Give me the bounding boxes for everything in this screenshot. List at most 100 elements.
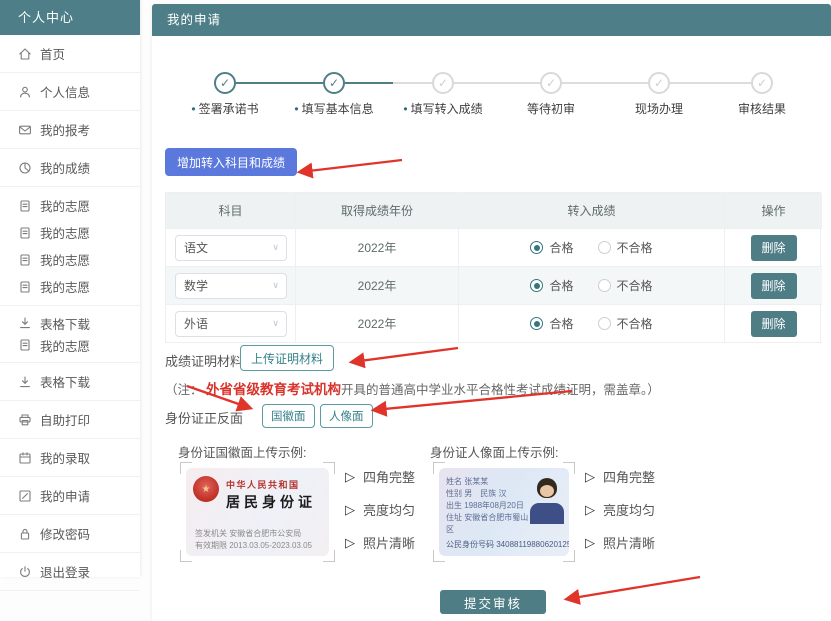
subject-select[interactable]: 数学 ∨ (175, 272, 287, 299)
sidebar-item-label: 个人信息 (40, 86, 91, 100)
step-5-circle: ✓ (648, 72, 670, 94)
check-icon: ✓ (545, 76, 557, 90)
arrow-add-button (296, 158, 403, 179)
portrait-example-title: 身份证人像面上传示例: (430, 446, 559, 460)
step-bullet-icon: • (294, 102, 299, 116)
check-icon: ✓ (437, 76, 449, 90)
radio-button-icon[interactable] (597, 241, 611, 254)
table-cell-action: 删除 (725, 305, 822, 343)
sidebar-item-label: 我的申请 (40, 490, 91, 504)
card-country-text: 中华人民共和国 (226, 480, 300, 490)
column-header-subject: 科目 (166, 193, 296, 229)
step-4-label: 等待初审 (526, 102, 575, 116)
sidebar-item-label: 表格下载 (40, 376, 91, 390)
sidebar-item-form-download-2[interactable]: 表格下载 (0, 363, 140, 401)
chevron-down-icon: ∨ (272, 242, 279, 252)
step-3-label: • 填写转入成绩 (403, 102, 483, 116)
submit-review-button[interactable]: 提交审核 (440, 590, 546, 614)
radio-fail[interactable]: 不合格 (597, 315, 653, 332)
subject-select[interactable]: 外语 ∨ (175, 310, 287, 337)
id-card-back-image: ★ 中华人民共和国 居民身份证 签发机关 安徽省合肥市公安局 有效期限 2013… (186, 468, 329, 556)
step-1-circle: ✓ (214, 72, 236, 94)
step-4-circle: ✓ (540, 72, 562, 94)
edit-icon (18, 489, 32, 503)
sidebar-item-wishes-5[interactable]: 我的志愿 (0, 334, 140, 356)
radio-button-icon[interactable] (530, 279, 544, 292)
radio-fail[interactable]: 不合格 (597, 239, 653, 256)
sidebar-header: 个人中心 (0, 0, 140, 35)
download-icon (18, 375, 32, 389)
upload-portrait-side-button[interactable]: 人像面 (320, 404, 373, 428)
checklist-item: ▷ 照片清晰 (345, 534, 416, 552)
document-icon (18, 280, 32, 294)
sidebar-item-wishes-3[interactable]: 我的志愿 (0, 246, 140, 273)
lock-icon (18, 527, 32, 541)
sidebar-item-label: 我的志愿 (40, 254, 91, 268)
triangle-icon: ▷ (585, 534, 595, 550)
upload-proof-button[interactable]: 上传证明材料 (240, 345, 335, 371)
radio-pass[interactable]: 合格 (530, 277, 574, 294)
triangle-icon: ▷ (345, 501, 355, 517)
check-icon: ✓ (653, 76, 665, 90)
table-cell-score: 合格 不合格 (459, 267, 725, 305)
triangle-icon: ▷ (585, 468, 595, 484)
step-bullet-icon: • (403, 102, 408, 116)
sidebar-item-registration[interactable]: 我的报考 (0, 111, 140, 149)
emblem-example-frame: ★ 中华人民共和国 居民身份证 签发机关 安徽省合肥市公安局 有效期限 2013… (180, 462, 335, 562)
step-connector-4 (562, 82, 648, 84)
sidebar-item-admission[interactable]: 我的录取 (0, 439, 140, 477)
delete-button[interactable]: 删除 (750, 272, 797, 299)
document-icon (18, 199, 32, 213)
sidebar-item-self-print[interactable]: 自助打印 (0, 401, 140, 439)
sidebar-item-profile[interactable]: 个人信息 (0, 73, 140, 111)
radio-pass[interactable]: 合格 (530, 315, 574, 332)
home-icon (18, 47, 32, 61)
sidebar-item-change-password[interactable]: 修改密码 (0, 515, 140, 553)
check-icon: ✓ (219, 76, 231, 90)
add-subject-button[interactable]: 增加转入科目和成绩 (165, 148, 298, 176)
step-connector-3 (454, 82, 540, 84)
table-cell-year: 2022年 (296, 305, 459, 343)
check-icon: ✓ (328, 76, 340, 90)
checklist-item: ▷ 四角完整 (345, 468, 416, 486)
sidebar-item-wishes-2[interactable]: 我的志愿 (0, 219, 140, 246)
sidebar-item-wishes-1[interactable]: 我的志愿 (0, 192, 140, 219)
card-id-number: 公民身份号码 340881198806201258 (446, 540, 569, 549)
radio-button-icon[interactable] (597, 317, 611, 330)
delete-button[interactable]: 删除 (750, 234, 797, 261)
step-connector-5 (670, 82, 751, 84)
sidebar-item-logout[interactable]: 退出登录 (0, 553, 140, 591)
radio-button-icon[interactable] (530, 317, 544, 330)
sidebar-item-home[interactable]: 首页 (0, 35, 140, 73)
download-icon (18, 316, 32, 330)
radio-pass[interactable]: 合格 (530, 239, 574, 256)
mail-icon (18, 123, 32, 137)
sidebar-item-application[interactable]: 我的申请 (0, 477, 140, 515)
sidebar-item-form-download-1[interactable]: 表格下载 (0, 312, 140, 334)
card-info-lines: 姓名 张某某 性别 男 民族 汉 出生 1988年08月20日 住址 安徽省合肥… (446, 477, 529, 534)
sidebar-item-wishes-4[interactable]: 我的志愿 (0, 273, 140, 300)
step-3-circle: ✓ (432, 72, 454, 94)
page: 个人中心 首页 个人信息 我的报考 我的成绩 我的志愿 我的志愿 我的志愿 我的… (0, 0, 831, 621)
upload-emblem-side-button[interactable]: 国徽面 (262, 404, 315, 428)
step-5-label: 现场办理 (634, 102, 683, 116)
triangle-icon: ▷ (585, 501, 595, 517)
subject-select-value: 语文 (184, 241, 209, 255)
page-title: 我的申请 (167, 13, 222, 27)
sidebar-item-scores[interactable]: 我的成绩 (0, 149, 140, 187)
radio-button-icon[interactable] (530, 241, 544, 254)
radio-fail[interactable]: 不合格 (597, 277, 653, 294)
delete-button[interactable]: 删除 (750, 310, 797, 337)
user-icon (18, 85, 32, 99)
step-bullet-icon: • (191, 102, 196, 116)
subject-select[interactable]: 语文 ∨ (175, 234, 287, 261)
sidebar-item-label: 自助打印 (40, 414, 91, 428)
table-cell-year: 2022年 (296, 267, 459, 305)
sidebar: 个人中心 首页 个人信息 我的报考 我的成绩 我的志愿 我的志愿 我的志愿 我的… (0, 0, 140, 591)
id-card-front-image: 姓名 张某某 性别 男 民族 汉 出生 1988年08月20日 住址 安徽省合肥… (439, 468, 569, 556)
table-cell-subject: 语文 ∨ (166, 229, 296, 267)
sidebar-item-label: 我的志愿 (40, 281, 91, 295)
subject-select-value: 外语 (184, 317, 209, 331)
calendar-icon (18, 451, 32, 465)
radio-button-icon[interactable] (597, 279, 611, 292)
